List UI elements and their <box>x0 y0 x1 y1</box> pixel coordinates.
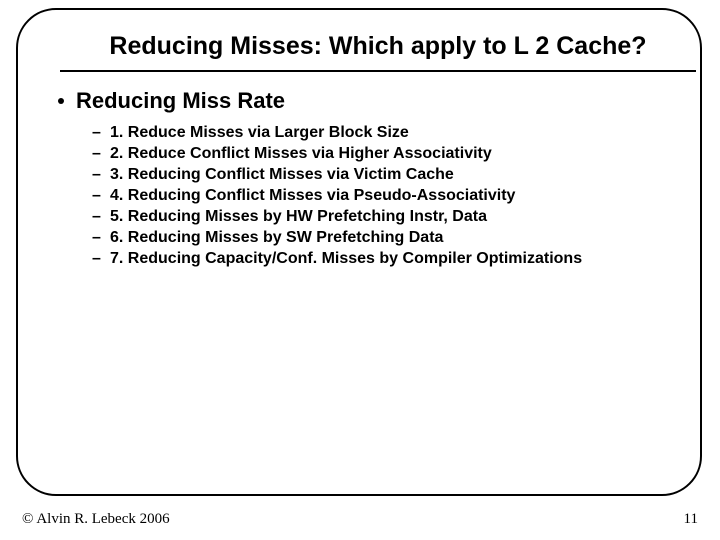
item-text: 2. Reduce Conflict Misses via Higher Ass… <box>110 145 492 163</box>
footer-copyright: © Alvin R. Lebeck 2006 <box>22 511 170 528</box>
footer-page-number: 11 <box>684 511 698 528</box>
dash-icon: – <box>92 208 110 226</box>
slide-frame: Reducing Misses: Which apply to L 2 Cach… <box>16 8 702 496</box>
slide-content: Reducing Miss Rate –1. Reduce Misses via… <box>58 88 698 271</box>
list-item: –1. Reduce Misses via Larger Block Size <box>92 124 698 142</box>
item-text: 7. Reducing Capacity/Conf. Misses by Com… <box>110 250 582 268</box>
dash-icon: – <box>92 145 110 163</box>
list-item: –2. Reduce Conflict Misses via Higher As… <box>92 145 698 163</box>
list-item: –5. Reducing Misses by HW Prefetching In… <box>92 208 698 226</box>
item-text: 3. Reducing Conflict Misses via Victim C… <box>110 166 454 184</box>
slide-title: Reducing Misses: Which apply to L 2 Cach… <box>68 32 688 61</box>
item-text: 5. Reducing Misses by HW Prefetching Ins… <box>110 208 487 226</box>
item-text: 6. Reducing Misses by SW Prefetching Dat… <box>110 229 443 247</box>
item-text: 1. Reduce Misses via Larger Block Size <box>110 124 409 142</box>
list-item: –3. Reducing Conflict Misses via Victim … <box>92 166 698 184</box>
dash-icon: – <box>92 250 110 268</box>
list-item: –6. Reducing Misses by SW Prefetching Da… <box>92 229 698 247</box>
item-text: 4. Reducing Conflict Misses via Pseudo-A… <box>110 187 515 205</box>
title-underline <box>60 70 696 72</box>
item-list: –1. Reduce Misses via Larger Block Size … <box>92 124 698 268</box>
dash-icon: – <box>92 124 110 142</box>
list-item: –7. Reducing Capacity/Conf. Misses by Co… <box>92 250 698 268</box>
list-item: –4. Reducing Conflict Misses via Pseudo-… <box>92 187 698 205</box>
subheading: Reducing Miss Rate <box>76 88 285 114</box>
bullet-dot-icon <box>58 98 64 104</box>
bullet-row: Reducing Miss Rate <box>58 88 698 114</box>
dash-icon: – <box>92 187 110 205</box>
dash-icon: – <box>92 229 110 247</box>
dash-icon: – <box>92 166 110 184</box>
